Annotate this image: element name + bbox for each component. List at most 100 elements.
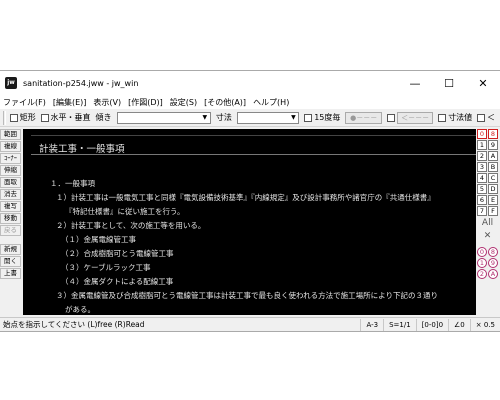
layer-row: 2 A [477,151,500,161]
layer-row: 0 8 [477,129,500,139]
menu-view[interactable]: 表示(V) [93,97,121,108]
text-line: ２）計装工事として、次の施工等を用いる。 [56,221,206,230]
toolbar: 矩形 水平・垂直 傾き ▼ 寸法 ▼ 15度毎 ●－－－ ＜－－－ 寸法値 ＜ [0,109,500,127]
text-line: 『特記仕様書』に従い施工を行う。 [65,207,185,216]
tool-offset[interactable]: 複線 [0,141,21,152]
text-line: （４）金属ダクトによる配線工事 [61,277,174,286]
layer-button[interactable]: 9 [488,140,498,150]
scale-field[interactable]: S=1/1 [383,318,416,331]
dim-label: 寸法 [215,113,232,122]
layer-field[interactable]: [0-0]0 [415,318,448,331]
menu-edit[interactable]: [編集(E)] [53,97,87,108]
dim-value-checkbox[interactable] [438,113,447,122]
toolbar-grip[interactable] [3,110,6,125]
group-button[interactable]: 9 [488,258,498,268]
tool-undo[interactable]: 戻る [0,225,21,236]
menu-settings[interactable]: 設定(S) [170,97,197,108]
layer-button[interactable]: A [488,151,498,161]
heading-frame: 計装工事・一般事項 [31,135,476,155]
layer-button[interactable]: 4 [477,173,487,183]
tool-extend[interactable]: 伸縮 [0,165,21,176]
palette-gap [0,237,22,244]
tool-open[interactable]: 開く [0,256,21,267]
layer-button[interactable]: 3 [477,162,487,172]
menu-bar: ファイル(F) [編集(E)] 表示(V) [作図(D)] 設定(S) [その他… [0,95,500,109]
group-button[interactable]: 8 [488,247,498,257]
layer-button[interactable]: E [488,195,498,205]
angle-field[interactable]: ∠0 [448,318,470,331]
layer-button[interactable]: 7 [477,206,487,216]
hv-checkbox[interactable] [40,113,49,122]
jw-win-window: jw sanitation-p254.jww - jw_win — ☐ ✕ ファ… [0,70,500,332]
layer-row: 3 B [477,162,500,172]
dim-combobox[interactable]: ▼ [236,111,300,124]
menu-other[interactable]: [その他(A)] [204,97,246,108]
layer-button[interactable]: 6 [477,195,487,205]
group-button[interactable]: A [488,269,498,279]
layer-button[interactable]: F [488,206,498,216]
hv-label: 水平・垂直 [50,113,91,122]
layer-row: 6 E [477,195,500,205]
layer-button[interactable]: 5 [477,184,487,194]
lt-label: ＜ [486,113,495,122]
tool-range[interactable]: 範囲 [0,129,21,140]
menu-file[interactable]: ファイル(F) [3,97,46,108]
dim-value-label: 寸法値 [448,113,473,122]
text-line: ３）金属電線管及び合成樹脂可とう電線管工事は計装工事で最も良く使われる方法で施工… [56,291,438,300]
tool-move[interactable]: 移動 [0,213,21,224]
group-row: 0 8 [477,247,500,257]
chevron-down-icon: ▼ [202,113,208,121]
status-message: 始点を指示してください (L)free (R)Read [3,320,145,329]
rect-checkbox[interactable] [9,113,18,122]
layer-clear-button[interactable]: ✕ [477,230,498,242]
tool-chamfer[interactable]: 面取 [0,177,21,188]
layer-button[interactable]: 1 [477,140,487,150]
menu-draw[interactable]: [作図(D)] [128,97,163,108]
group-row: 2 A [477,269,500,279]
tilt-label: 傾き [95,113,112,122]
zoom-field[interactable]: × 0.5 [469,318,500,331]
menu-help[interactable]: ヘルプ(H) [253,97,289,108]
layer-button[interactable]: 2 [477,151,487,161]
deg15-checkbox[interactable] [304,113,313,122]
title-bar: jw sanitation-p254.jww - jw_win — ☐ ✕ [0,71,500,95]
arrow-checkbox[interactable] [387,113,395,122]
layer-button[interactable]: D [488,184,498,194]
window-title: sanitation-p254.jww - jw_win [23,78,139,88]
text-line: １）計装工事は一般電気工事と同様『電気設備技術基準』『内線規定』及び設計事務所や… [56,193,435,202]
tool-palette: 範囲 複線 ｺｰﾅｰ 伸縮 面取 消去 複写 移動 戻る 新規 開く 上書 [0,129,22,315]
tool-save[interactable]: 上書 [0,268,21,279]
app-icon: jw [5,77,17,89]
tool-copy[interactable]: 複写 [0,201,21,212]
deg15-label: 15度毎 [314,113,341,122]
maximize-button[interactable]: ☐ [432,71,466,95]
arrow-button[interactable]: ＜－－－ [396,111,434,124]
rect-label: 矩形 [19,113,36,122]
layer-all-button[interactable]: All [477,217,498,229]
text-line: （２）合成樹脂可とう電線管工事 [61,249,174,258]
layer-button[interactable]: 0 [477,129,487,139]
layer-button[interactable]: B [488,162,498,172]
text-line: １．一般事項 [50,179,95,188]
group-button[interactable]: 1 [477,258,487,268]
group-row: 1 9 [477,258,500,268]
layer-button[interactable]: C [488,173,498,183]
group-button[interactable]: 0 [477,247,487,257]
layer-button[interactable]: 8 [488,129,498,139]
point-button[interactable]: ●－－－ [345,111,383,124]
tool-corner[interactable]: ｺｰﾅｰ [0,153,21,164]
tool-new[interactable]: 新規 [0,244,21,255]
status-bar: 始点を指示してください (L)free (R)Read A-3 S=1/1 [0… [0,317,500,331]
minimize-button[interactable]: — [398,71,432,95]
group-button[interactable]: 2 [477,269,487,279]
lt-checkbox[interactable] [477,113,485,122]
tool-erase[interactable]: 消去 [0,189,21,200]
layer-panel: 0 8 1 9 2 A 3 B 4 C 5 D 6 E 7 F All ✕ 0 … [477,129,500,315]
paper-size[interactable]: A-3 [360,318,383,331]
layer-row: 7 F [477,206,500,216]
layer-row: 1 9 [477,140,500,150]
text-line: （３）ケーブルラック工事 [61,263,151,272]
close-button[interactable]: ✕ [466,71,500,95]
drawing-canvas[interactable]: 計装工事・一般事項 １．一般事項 １）計装工事は一般電気工事と同様『電気設備技術… [23,129,476,315]
tilt-combobox[interactable]: ▼ [116,111,211,124]
